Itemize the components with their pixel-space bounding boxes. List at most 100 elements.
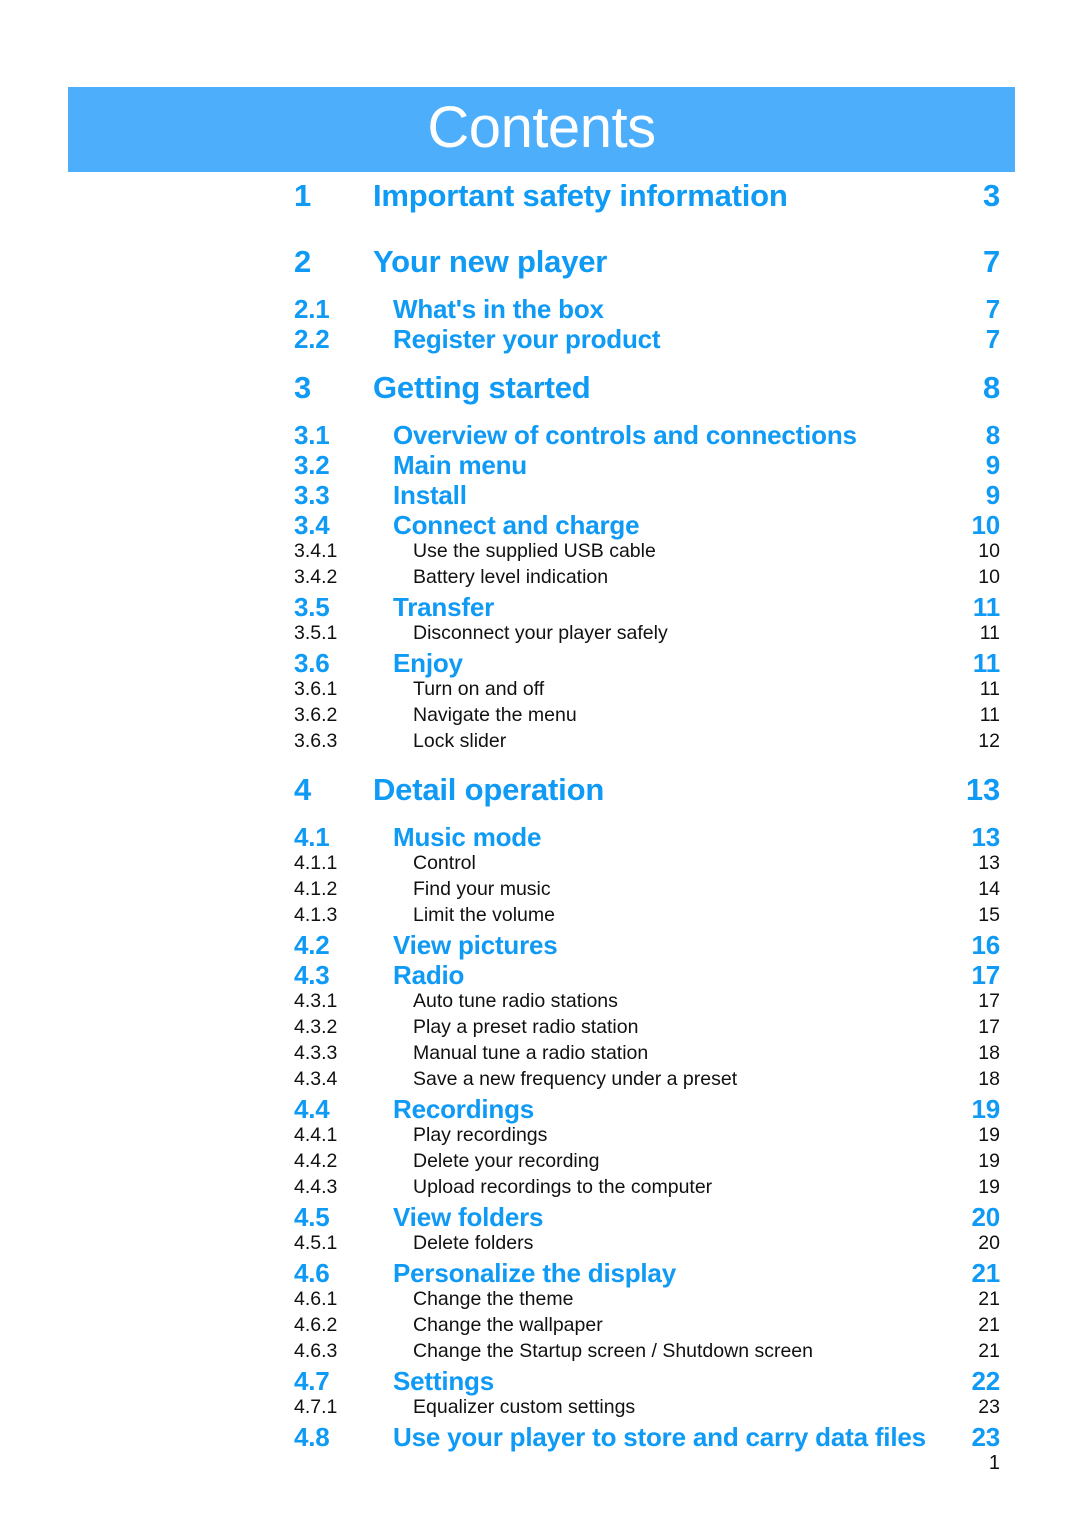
toc-entry[interactable]: 3.4 Connect and charge 10 — [0, 510, 1080, 540]
toc-entry-number: 4.3.1 — [294, 990, 338, 1012]
toc-entry-number: 1 — [294, 178, 312, 213]
toc-entry-number: 3 — [294, 370, 312, 405]
toc-entry-page: 11 — [979, 704, 1000, 726]
toc-entry[interactable]: 2 Your new player 7 — [0, 244, 1080, 294]
toc-entry[interactable]: 1 Important safety information 3 — [0, 178, 1080, 228]
toc-entry[interactable]: 3.6.3 Lock slider 12 — [0, 730, 1080, 756]
toc-entry-title: Overview of controls and connections — [393, 420, 857, 450]
toc-entry-title: Lock slider — [413, 730, 507, 752]
toc-entry[interactable]: 3.2 Main menu 9 — [0, 450, 1080, 480]
toc-entry-number: 4.5.1 — [294, 1232, 338, 1254]
toc-entry-number: 4.8 — [294, 1422, 330, 1452]
toc-entry[interactable]: 3.6 Enjoy 11 — [0, 648, 1080, 678]
toc-entry[interactable]: 4.3.1 Auto tune radio stations 17 — [0, 990, 1080, 1016]
toc-entry-title: Delete folders — [413, 1232, 534, 1254]
toc-entry-title: Disconnect your player safely — [413, 622, 668, 644]
toc-entry[interactable]: 4.6 Personalize the display 21 — [0, 1258, 1080, 1288]
toc-entry-title: Play a preset radio station — [413, 1016, 639, 1038]
toc-entry-page: 7 — [982, 244, 1000, 279]
toc-entry[interactable]: 4.4.1 Play recordings 19 — [0, 1124, 1080, 1150]
toc-entry[interactable]: 3.5.1 Disconnect your player safely 11 — [0, 622, 1080, 648]
table-of-contents: 1 Important safety information 3 2 Your new … — [0, 178, 1080, 1452]
toc-entry-number: 4.1.1 — [294, 852, 338, 874]
toc-entry-page: 17 — [971, 960, 1000, 990]
toc-entry-title: Use the supplied USB cable — [413, 540, 656, 562]
toc-entry[interactable]: 4.1 Music mode 13 — [0, 822, 1080, 852]
toc-entry-page: 19 — [978, 1150, 1000, 1172]
toc-entry[interactable]: 3.4.1 Use the supplied USB cable 10 — [0, 540, 1080, 566]
toc-entry-number: 4.4.1 — [294, 1124, 338, 1146]
toc-entry[interactable]: 3 Getting started 8 — [0, 370, 1080, 420]
toc-entry-number: 3.6.2 — [294, 704, 338, 726]
toc-entry[interactable]: 4.5.1 Delete folders 20 — [0, 1232, 1080, 1258]
toc-entry-number: 2.1 — [294, 294, 330, 324]
toc-entry-number: 4.1.3 — [294, 904, 338, 926]
toc-entry-page: 11 — [972, 592, 1000, 622]
toc-entry-page: 11 — [979, 678, 1000, 700]
toc-entry-page: 19 — [971, 1094, 1000, 1124]
toc-entry-number: 4.3.3 — [294, 1042, 338, 1064]
toc-entry[interactable]: 4.7.1 Equalizer custom settings 23 — [0, 1396, 1080, 1422]
toc-entry[interactable]: 4.6.2 Change the wallpaper 21 — [0, 1314, 1080, 1340]
toc-entry-number: 4.4.2 — [294, 1150, 338, 1172]
toc-entry[interactable]: 4.6.3 Change the Startup screen / Shutdow… — [0, 1340, 1080, 1366]
toc-entry-page: 8 — [982, 370, 1000, 405]
toc-entry[interactable]: 3.1 Overview of controls and connections 8 — [0, 420, 1080, 450]
toc-entry[interactable]: 4.8 Use your player to store and carry da… — [0, 1422, 1080, 1452]
toc-entry[interactable]: 4.5 View folders 20 — [0, 1202, 1080, 1232]
toc-entry-title: Music mode — [393, 822, 542, 852]
toc-entry[interactable]: 4.4.2 Delete your recording 19 — [0, 1150, 1080, 1176]
toc-entry-title: Radio — [393, 960, 465, 990]
toc-entry-title: Play recordings — [413, 1124, 548, 1146]
toc-entry[interactable]: 4.2 View pictures 16 — [0, 930, 1080, 960]
toc-entry-title: Connect and charge — [393, 510, 640, 540]
toc-entry[interactable]: 4.3.2 Play a preset radio station 17 — [0, 1016, 1080, 1042]
toc-entry-title: Use your player to store and carry data … — [393, 1422, 926, 1452]
toc-entry-page: 13 — [978, 852, 1000, 874]
toc-entry-number: 4.5 — [294, 1202, 330, 1232]
toc-entry-title: Install — [393, 480, 467, 510]
toc-entry[interactable]: 4.3.3 Manual tune a radio station 18 — [0, 1042, 1080, 1068]
toc-entry-page: 18 — [978, 1042, 1000, 1064]
toc-entry-page: 12 — [978, 730, 1000, 752]
toc-entry[interactable]: 2.2 Register your product 7 — [0, 324, 1080, 354]
toc-entry-number: 4.4.3 — [294, 1176, 338, 1198]
toc-entry-title: Auto tune radio stations — [413, 990, 618, 1012]
toc-entry-number: 2 — [294, 244, 312, 279]
toc-entry[interactable]: 4.3.4 Save a new frequency under a preset… — [0, 1068, 1080, 1094]
toc-entry-title: What's in the box — [393, 294, 604, 324]
toc-entry-page: 18 — [978, 1068, 1000, 1090]
toc-entry[interactable]: 4 Detail operation 13 — [0, 772, 1080, 822]
toc-entry-title: Main menu — [393, 450, 527, 480]
toc-entry[interactable]: 4.6.1 Change the theme 21 — [0, 1288, 1080, 1314]
toc-entry[interactable]: 4.4.3 Upload recordings to the computer 19 — [0, 1176, 1080, 1202]
toc-entry[interactable]: 3.5 Transfer 11 — [0, 592, 1080, 622]
toc-entry[interactable]: 2.1 What's in the box 7 — [0, 294, 1080, 324]
toc-entry-page: 19 — [978, 1176, 1000, 1198]
toc-entry[interactable]: 3.6.1 Turn on and off 11 — [0, 678, 1080, 704]
toc-entry[interactable]: 3.3 Install 9 — [0, 480, 1080, 510]
toc-entry-title: Upload recordings to the computer — [413, 1176, 713, 1198]
toc-entry-page: 9 — [985, 480, 1000, 510]
toc-entry[interactable]: 4.4 Recordings 19 — [0, 1094, 1080, 1124]
toc-entry-number: 4.4 — [294, 1094, 330, 1124]
toc-entry[interactable]: 4.3 Radio 17 — [0, 960, 1080, 990]
toc-entry-number: 4.6 — [294, 1258, 330, 1288]
toc-entry-page: 22 — [971, 1366, 1000, 1396]
toc-entry-number: 4.7.1 — [294, 1396, 338, 1418]
toc-entry[interactable]: 3.6.2 Navigate the menu 11 — [0, 704, 1080, 730]
toc-entry[interactable]: 4.7 Settings 22 — [0, 1366, 1080, 1396]
toc-entry-title: View folders — [393, 1202, 544, 1232]
toc-entry-page: 23 — [978, 1396, 1000, 1418]
toc-entry-title: Delete your recording — [413, 1150, 600, 1172]
toc-entry-title: Navigate the menu — [413, 704, 577, 726]
toc-entry[interactable]: 4.1.2 Find your music 14 — [0, 878, 1080, 904]
toc-entry[interactable]: 4.1.1 Control 13 — [0, 852, 1080, 878]
toc-entry[interactable]: 3.4.2 Battery level indication 10 — [0, 566, 1080, 592]
toc-entry-page: 10 — [971, 510, 1000, 540]
toc-entry[interactable]: 4.1.3 Limit the volume 15 — [0, 904, 1080, 930]
toc-entry-title: Transfer — [393, 592, 495, 622]
toc-entry-number: 3.3 — [294, 480, 330, 510]
toc-entry-title: Change the wallpaper — [413, 1314, 603, 1336]
toc-entry-title: Detail operation — [373, 772, 605, 807]
